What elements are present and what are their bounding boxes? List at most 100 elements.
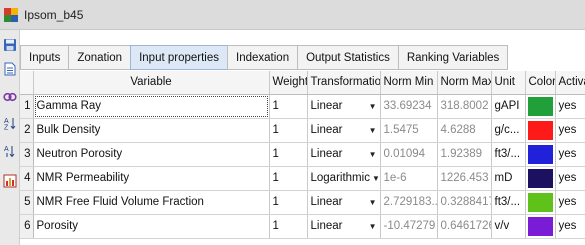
tab-output-statistics[interactable]: Output Statistics (297, 45, 398, 70)
norm-min-cell: 0.01094 (380, 142, 438, 167)
tab-indexation[interactable]: Indexation (227, 45, 298, 70)
title-bar: Ipsom_b45 (0, 0, 585, 30)
transformation-value: Linear (310, 124, 343, 136)
left-toolbar: AZ A (0, 30, 20, 245)
transformation-value: Linear (310, 196, 343, 208)
column-header-norm-min[interactable]: Norm Min (380, 71, 438, 95)
activate-cell[interactable]: yes (555, 166, 585, 191)
transformation-dropdown[interactable]: Linear ▼ (307, 94, 381, 119)
color-swatch[interactable] (527, 192, 553, 212)
color-cell[interactable] (525, 142, 556, 167)
tab-zonation[interactable]: Zonation (68, 45, 131, 70)
dropdown-arrow-icon[interactable]: ▼ (372, 174, 379, 183)
sort-icon[interactable]: A (2, 142, 18, 160)
color-cell[interactable] (525, 166, 556, 191)
row-number: 2 (20, 118, 34, 143)
column-header-activate[interactable]: Activate (555, 71, 585, 95)
norm-max-cell: 1.92389 (437, 142, 492, 167)
table-row[interactable]: 3 Neutron Porosity 1 Linear ▼ 0.01094 1.9… (20, 142, 585, 167)
activate-cell[interactable]: yes (555, 94, 585, 119)
column-header-color[interactable]: Color (525, 71, 556, 95)
color-cell[interactable] (525, 190, 556, 215)
norm-max-cell: 1226.453 (437, 166, 492, 191)
document-icon[interactable] (2, 60, 18, 78)
weight-cell[interactable]: 1 (269, 118, 308, 143)
table-header-row: Variable Weight Transformation Norm Min … (20, 71, 585, 95)
column-header-transformation[interactable]: Transformation (307, 71, 381, 95)
variable-cell[interactable]: Bulk Density (33, 118, 270, 143)
tab-bar: Inputs Zonation Input properties Indexat… (20, 45, 509, 70)
transformation-value: Linear (310, 100, 343, 112)
table-row[interactable]: 6 Porosity 1 Linear ▼ -10.47279 0.6461726… (20, 214, 585, 239)
dropdown-arrow-icon[interactable]: ▼ (369, 102, 377, 111)
dropdown-arrow-icon[interactable]: ▼ (369, 126, 377, 135)
transformation-dropdown[interactable]: Linear ▼ (307, 190, 381, 215)
column-header-variable[interactable]: Variable (33, 71, 270, 95)
table-row[interactable]: 1 Gamma Ray 1 Linear ▼ 33.69234 318.8002 … (20, 94, 585, 119)
unit-cell: gAPI (491, 94, 526, 119)
weight-cell[interactable]: 1 (269, 214, 308, 239)
color-swatch[interactable] (527, 168, 553, 188)
window-title: Ipsom_b45 (24, 7, 84, 22)
table-row[interactable]: 5 NMR Free Fluid Volume Fraction 1 Linea… (20, 190, 585, 215)
variable-cell[interactable]: Gamma Ray (33, 94, 270, 119)
row-number-header (20, 71, 34, 95)
norm-min-cell: 33.69234 (380, 94, 438, 119)
link-icon[interactable] (2, 88, 18, 106)
color-swatch[interactable] (527, 120, 553, 140)
table-row[interactable]: 4 NMR Permeability 1 Logarithmic ▼ 1e-6 1… (20, 166, 585, 191)
activate-cell[interactable]: yes (555, 214, 585, 239)
norm-min-cell: -10.47279 (380, 214, 438, 239)
variable-cell[interactable]: Porosity (33, 214, 270, 239)
chart-icon[interactable] (2, 172, 18, 190)
row-number: 3 (20, 142, 34, 167)
svg-text:A: A (4, 146, 9, 153)
unit-cell: mD (491, 166, 526, 191)
weight-cell[interactable]: 1 (269, 166, 308, 191)
tab-input-properties[interactable]: Input properties (130, 45, 228, 70)
dropdown-arrow-icon[interactable]: ▼ (369, 150, 377, 159)
variable-cell[interactable]: NMR Permeability (33, 166, 270, 191)
activate-cell[interactable]: yes (555, 118, 585, 143)
svg-text:Z: Z (4, 125, 9, 131)
unit-cell: ft3/... (491, 190, 526, 215)
dropdown-arrow-icon[interactable]: ▼ (369, 198, 377, 207)
color-cell[interactable] (525, 118, 556, 143)
dropdown-arrow-icon[interactable]: ▼ (369, 222, 377, 231)
transformation-dropdown[interactable]: Logarithmic ▼ (307, 166, 381, 191)
row-number: 5 (20, 190, 34, 215)
app-grid-icon (4, 7, 18, 22)
tab-ranking-variables[interactable]: Ranking Variables (397, 45, 509, 70)
norm-min-cell: 2.729183... (380, 190, 438, 215)
weight-cell[interactable]: 1 (269, 142, 308, 167)
row-number: 6 (20, 214, 34, 239)
column-header-weight[interactable]: Weight (269, 71, 308, 95)
column-header-unit[interactable]: Unit (491, 71, 526, 95)
norm-max-cell: 0.3288417 (437, 190, 492, 215)
variable-cell[interactable]: Neutron Porosity (33, 142, 270, 167)
color-cell[interactable] (525, 94, 556, 119)
activate-cell[interactable]: yes (555, 142, 585, 167)
activate-cell[interactable]: yes (555, 190, 585, 215)
row-number: 1 (20, 94, 34, 119)
properties-grid: Variable Weight Transformation Norm Min … (20, 71, 585, 245)
row-number: 4 (20, 166, 34, 191)
transformation-dropdown[interactable]: Linear ▼ (307, 118, 381, 143)
tab-inputs[interactable]: Inputs (20, 45, 69, 70)
transformation-value: Linear (310, 148, 343, 160)
weight-cell[interactable]: 1 (269, 190, 308, 215)
color-swatch[interactable] (527, 144, 553, 164)
save-icon[interactable] (2, 36, 18, 54)
transformation-dropdown[interactable]: Linear ▼ (307, 214, 381, 239)
weight-cell[interactable]: 1 (269, 94, 308, 119)
color-swatch[interactable] (527, 216, 553, 236)
variable-cell[interactable]: NMR Free Fluid Volume Fraction (33, 190, 270, 215)
color-cell[interactable] (525, 214, 556, 239)
sort-az-icon[interactable]: AZ (2, 114, 18, 132)
column-header-norm-max[interactable]: Norm Max (437, 71, 492, 95)
table-row[interactable]: 2 Bulk Density 1 Linear ▼ 1.5475 4.6288 g… (20, 118, 585, 143)
unit-cell: ft3/... (491, 142, 526, 167)
color-swatch[interactable] (527, 96, 553, 116)
transformation-dropdown[interactable]: Linear ▼ (307, 142, 381, 167)
norm-max-cell: 0.6461726 (437, 214, 492, 239)
